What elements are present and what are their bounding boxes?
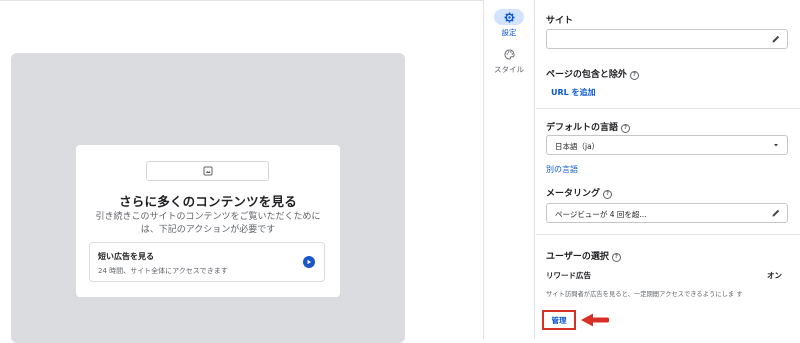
card-title: さらに多くのコンテンツを見る (119, 194, 297, 209)
card-description: 引き続きこのサイトのコンテンツをご覧いただくために は、下記のアクションが必要で… (90, 211, 326, 237)
section-divider (536, 108, 800, 109)
section-divider (536, 234, 800, 235)
manage-button[interactable]: 管理 (542, 310, 576, 330)
help-icon[interactable]: ? (629, 71, 639, 80)
reward-ad-description: サイト訪問者が広告を見ると、一定期間アクセスできるようにしま す (546, 291, 743, 298)
rail-label-settings: 設定 (501, 28, 517, 37)
language-section: デフォルトの言語? (546, 120, 631, 133)
language-section-title: デフォルトの言語 (546, 123, 619, 133)
offerwall-card: さらに多くのコンテンツを見る 引き続きこのサイトのコンテンツをご覧いただくために… (76, 145, 340, 297)
gear-icon (503, 11, 515, 23)
site-section-title: サイト (546, 16, 574, 26)
rail-item-settings[interactable]: 設定 (484, 9, 534, 38)
card-description-line-2: は、下記のアクションが必要です (140, 225, 276, 235)
watch-ad-title: 短い広告を見る (98, 252, 154, 261)
watch-ad-subtitle: 24 時間、サイト全体にアクセスできます (98, 267, 228, 275)
dropdown-arrow-icon (774, 144, 778, 147)
red-arrow-annotation (581, 313, 609, 327)
pencil-icon[interactable] (771, 208, 781, 218)
metering-section-title: メータリング (546, 189, 601, 199)
reward-ad-label: リワード広告 (546, 271, 591, 280)
help-icon[interactable]: ? (603, 190, 613, 199)
image-placeholder (146, 161, 269, 181)
palette-icon (503, 48, 515, 60)
pages-section-title: ページの包含と除外 (546, 70, 627, 80)
add-url-link[interactable]: URL を追加 (551, 87, 596, 98)
metering-field[interactable]: ページビューが 4 回を超... (546, 203, 788, 223)
settings-panel: サイト ページの包含と除外? URL を追加 デフォルトの言語? 日本語（ja）… (536, 0, 800, 339)
user-choice-section: ユーザーの選択? (546, 249, 621, 262)
language-select-value: 日本語（ja） (555, 142, 600, 151)
metering-section: メータリング? (546, 186, 613, 199)
rail-label-style: スタイル (494, 65, 524, 74)
reward-ad-status: オン (767, 271, 782, 280)
metering-field-value: ページビューが 4 回を超... (555, 210, 647, 219)
site-field[interactable] (546, 29, 788, 49)
image-icon (203, 166, 212, 176)
nav-rail: 設定 スタイル (483, 0, 535, 339)
pages-section: ページの包含と除外? (546, 67, 639, 80)
pencil-icon[interactable] (771, 34, 781, 44)
rail-item-style[interactable]: スタイル (484, 46, 534, 75)
top-divider (0, 0, 483, 1)
card-description-line-1: 引き続きこのサイトのコンテンツをご覧いただくために (95, 212, 321, 222)
language-select[interactable]: 日本語（ja） (546, 135, 788, 155)
user-choice-title: ユーザーの選択 (546, 252, 609, 262)
help-icon[interactable]: ? (621, 124, 631, 133)
play-arrow-icon[interactable] (303, 256, 315, 268)
other-language-link[interactable]: 別の言語 (546, 164, 578, 175)
help-icon[interactable]: ? (611, 253, 621, 262)
watch-ad-option[interactable]: 短い広告を見る 24 時間、サイト全体にアクセスできます (89, 242, 325, 282)
